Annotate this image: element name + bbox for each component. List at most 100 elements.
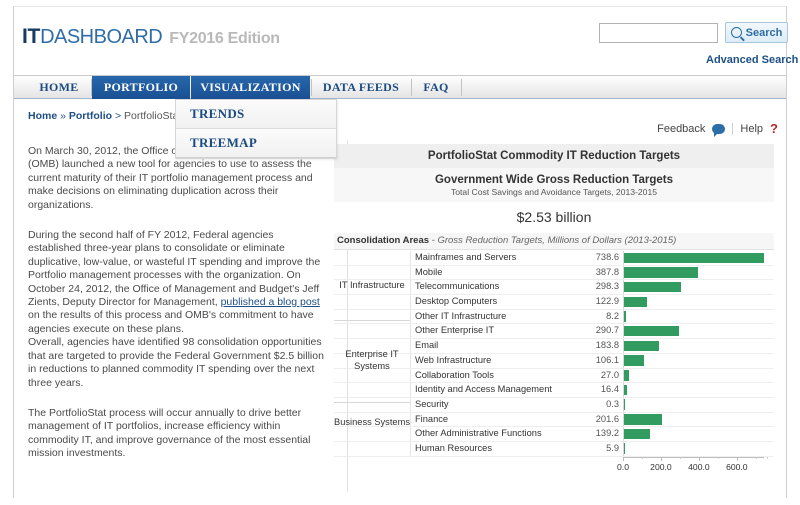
breadcrumb-separator: » xyxy=(60,110,66,122)
value-label: 16.4 xyxy=(600,384,619,395)
nav-tab-home[interactable]: HOME xyxy=(28,76,90,99)
nav-tab-portfolio[interactable]: PORTFOLIO xyxy=(92,76,190,99)
advanced-search-link[interactable]: Advanced Search xyxy=(706,54,798,66)
help-link[interactable]: Help xyxy=(740,123,763,135)
axis-minor-tick xyxy=(755,456,757,460)
search-icon xyxy=(730,27,742,38)
bar xyxy=(624,267,698,278)
group-cell xyxy=(334,324,410,338)
bar-cell xyxy=(623,339,774,353)
feedback-link[interactable]: Feedback xyxy=(657,123,705,135)
main-navigation: HOME PORTFOLIO VISUALIZATION DATA FEEDS … xyxy=(14,75,786,99)
bar xyxy=(624,281,681,293)
value-label: 201.6 xyxy=(595,413,619,424)
bar-cell xyxy=(623,295,774,309)
axis-line xyxy=(623,456,764,458)
category-label: Web Infrastructure xyxy=(410,353,585,368)
table-row: Other IT Infrastructure 8.2 xyxy=(334,309,774,325)
category-label: Mainframes and Servers xyxy=(410,251,585,265)
chart-x-axis: 0.0 200.0 400.0 600.0 xyxy=(617,456,774,479)
article-p2-after: on the results of this process and OMB's… xyxy=(28,309,314,335)
value-label: 0.3 xyxy=(606,398,619,409)
nav-tab-faq[interactable]: FAQ xyxy=(412,76,460,99)
category-label: Telecommunications xyxy=(410,280,585,295)
table-row: Human Resources 5.9 xyxy=(334,441,774,457)
axis-tick-label: 400.0 xyxy=(688,461,710,472)
value-label: 290.7 xyxy=(595,325,619,336)
search-button-label: Search xyxy=(745,26,783,39)
nav-tab-visualization[interactable]: VISUALIZATION xyxy=(191,76,310,99)
site-header: ITDASHBOARD FY2016 Edition Search Advance… xyxy=(14,7,798,69)
bar xyxy=(624,252,765,263)
breadcrumb-home[interactable]: Home xyxy=(28,110,57,122)
chart-caption-italic: - Gross Reduction Targets, Millions of D… xyxy=(429,235,677,246)
search-button[interactable]: Search xyxy=(725,22,788,43)
table-row: Identity and Access Management 16.4 xyxy=(334,383,774,398)
article-column: On March 30, 2012, the Office of Managem… xyxy=(28,145,328,490)
panel-subtitle-detail: Total Cost Savings and Avoidance Targets… xyxy=(450,187,658,197)
menu-item-treemap[interactable]: TREEMAP xyxy=(176,129,336,158)
group-label: IT Infrastructure xyxy=(339,279,405,290)
group-cell xyxy=(334,398,410,412)
nav-tab-data-feeds[interactable]: DATA FEEDS xyxy=(312,76,410,99)
panel-title: PortfolioStat Commodity IT Reduction Tar… xyxy=(334,144,774,168)
question-mark-icon[interactable]: ? xyxy=(770,121,778,136)
bar-cell xyxy=(623,412,774,427)
group-cell xyxy=(334,266,410,280)
bar-cell xyxy=(623,397,774,412)
bar xyxy=(624,370,630,381)
bar-cell xyxy=(623,265,774,280)
bar xyxy=(624,384,628,396)
bar xyxy=(624,355,645,366)
axis-tick xyxy=(623,456,624,461)
logo-dashboard: DASHBOARD xyxy=(40,26,163,48)
axis-minor-tick xyxy=(717,456,719,460)
value-label: 738.6 xyxy=(595,252,619,262)
breadcrumb-portfolio[interactable]: Portfolio xyxy=(69,110,112,122)
page-root: ITDASHBOARD FY2016 Edition Search Advance… xyxy=(0,0,800,505)
category-label: Other Administrative Functions xyxy=(410,427,585,441)
axis-tick-label: 200.0 xyxy=(650,461,672,472)
table-row: Security 0.3 xyxy=(334,397,774,413)
panel-subtitle: Government Wide Gross Reduction Targets xyxy=(434,174,674,186)
value-label: 298.3 xyxy=(595,281,619,292)
category-label: Mobile xyxy=(410,265,585,280)
value-label: 8.2 xyxy=(606,310,619,321)
axis-tick-label: 600.0 xyxy=(726,461,748,472)
chart-caption: Consolidation Areas - Gross Reduction Ta… xyxy=(334,233,774,250)
axis-tick xyxy=(736,456,738,461)
bar-cell xyxy=(623,353,774,368)
group-divider xyxy=(334,401,410,403)
bar xyxy=(624,340,659,352)
value-label: 27.0 xyxy=(600,369,619,380)
axis-minor-tick xyxy=(641,456,643,460)
bar-chart: Mainframes and Servers 738.6 Mobile 387.8 Te… xyxy=(334,251,774,457)
group-label: Enterprise IT Systems xyxy=(345,349,399,371)
breadcrumb-current: PortfolioStat xyxy=(124,110,182,122)
search-input-wrap[interactable] xyxy=(599,23,718,43)
axis-tick xyxy=(698,456,700,461)
logo-it: IT xyxy=(22,25,41,48)
bar-cell xyxy=(623,324,774,339)
category-label: Desktop Computers xyxy=(410,295,585,309)
panel-headline-value: $2.53 billion xyxy=(334,202,774,233)
logo-edition: FY2016 Edition xyxy=(169,30,280,47)
search-input[interactable] xyxy=(600,25,717,43)
nav-divider xyxy=(461,79,462,96)
bar xyxy=(624,414,663,425)
blog-post-link[interactable]: published a blog post xyxy=(221,296,320,308)
group-label: Business Systems xyxy=(334,416,410,427)
chart-caption-bold: Consolidation Areas xyxy=(337,235,430,246)
bar-cell xyxy=(623,368,774,383)
bar-cell xyxy=(623,441,774,456)
group-cell xyxy=(334,442,410,456)
value-label: 139.2 xyxy=(595,428,619,439)
article-paragraph-4: The PortfolioStat process will occur ann… xyxy=(28,406,311,460)
breadcrumb-separator: > xyxy=(114,110,122,122)
speech-bubble-icon[interactable] xyxy=(712,123,726,137)
menu-item-trends[interactable]: TRENDS xyxy=(176,100,336,129)
site-logo[interactable]: ITDASHBOARD FY2016 Edition xyxy=(22,25,280,49)
value-label: 183.8 xyxy=(595,340,619,351)
value-label: 5.9 xyxy=(606,442,619,453)
group-cell xyxy=(334,427,410,441)
